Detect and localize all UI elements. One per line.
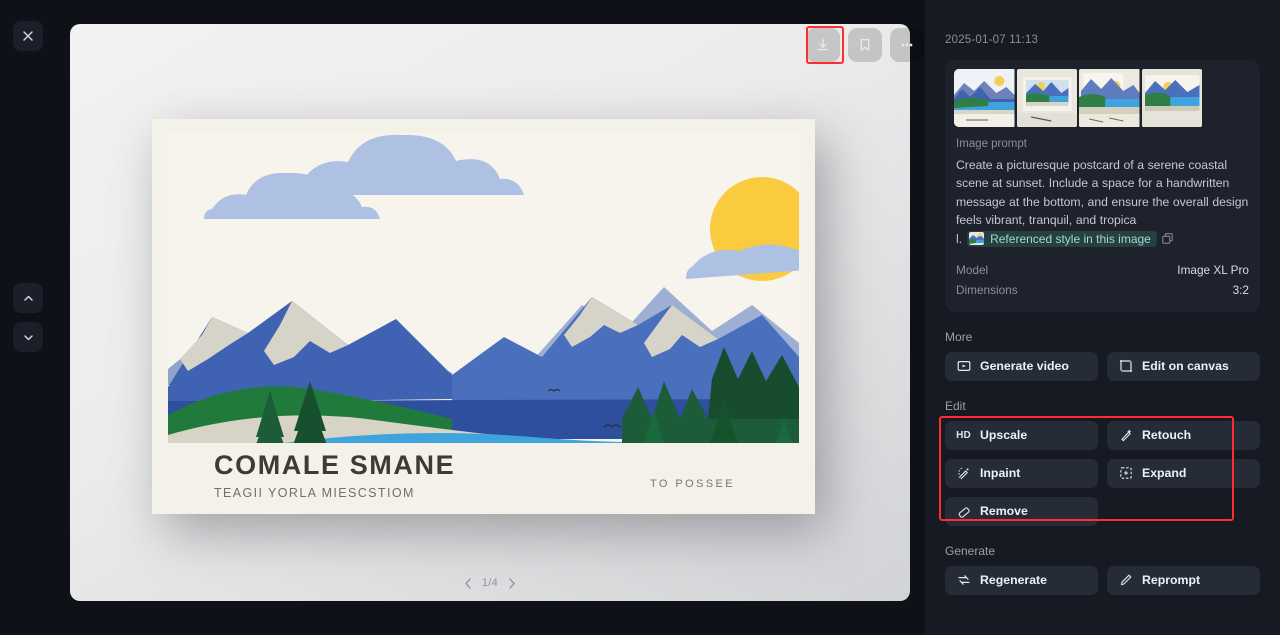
variation-thumbnail[interactable] — [954, 69, 1015, 127]
close-button[interactable] — [13, 21, 43, 51]
generate-video-label: Generate video — [980, 359, 1069, 374]
image-viewer-app: COMALE SMANE TEAGII YORLA MIESCSTIOM TO … — [0, 0, 1280, 635]
variation-thumbnail[interactable] — [1016, 69, 1077, 127]
video-frame-icon — [956, 359, 971, 373]
postcard-subline: TEAGII YORLA MIESCSTIOM — [214, 486, 415, 500]
pagination-next-button[interactable] — [507, 577, 516, 589]
metadata-key: Model — [956, 262, 989, 277]
postcard-headline: COMALE SMANE — [214, 450, 455, 480]
download-icon — [817, 38, 829, 51]
postcard: COMALE SMANE TEAGII YORLA MIESCSTIOM TO … — [152, 119, 815, 514]
ellipsis-icon — [901, 43, 913, 47]
bookmark-button[interactable] — [848, 28, 882, 62]
generate-section-label: Generate — [945, 543, 996, 558]
referenced-style-label: Referenced style in this image — [990, 231, 1151, 246]
next-image-button[interactable] — [13, 322, 43, 352]
metadata-key: Dimensions — [956, 282, 1018, 297]
edit-section-label: Edit — [945, 398, 966, 413]
inpaint-label: Inpaint — [980, 466, 1021, 481]
variation-thumbnail[interactable] — [1079, 69, 1140, 127]
postcard-container[interactable]: COMALE SMANE TEAGII YORLA MIESCSTIOM TO … — [152, 119, 827, 532]
upscale-label: Upscale — [980, 428, 1028, 443]
metadata-value: Image XL Pro — [1177, 262, 1249, 277]
generate-button-grid: Regenerate Reprompt — [945, 565, 1260, 595]
edit-section: HD Upscale Retouch Inpaint Expand Remove — [939, 415, 1260, 526]
referenced-style-chip[interactable]: Referenced style in this image — [967, 230, 1157, 247]
prompt-label: Image prompt — [956, 138, 1027, 150]
reprompt-button[interactable]: Reprompt — [1107, 565, 1260, 595]
thumbnail-art — [1016, 69, 1077, 127]
expand-frame-icon — [1118, 466, 1133, 480]
inpaint-button[interactable]: Inpaint — [945, 458, 1098, 488]
postcard-corner-text: TO POSSEE — [650, 478, 735, 490]
edit-on-canvas-button[interactable]: Edit on canvas — [1107, 351, 1260, 381]
refresh-arrows-icon — [956, 573, 971, 587]
metadata-row: Dimensions 3:2 — [954, 280, 1251, 300]
close-icon — [23, 31, 33, 41]
remove-button[interactable]: Remove — [945, 496, 1098, 526]
variation-thumbnail-strip — [954, 69, 1251, 127]
previous-image-button[interactable] — [13, 283, 43, 313]
regenerate-label: Regenerate — [980, 573, 1047, 588]
image-stage: COMALE SMANE TEAGII YORLA MIESCSTIOM TO … — [70, 24, 910, 601]
reprompt-label: Reprompt — [1142, 573, 1201, 588]
regenerate-button[interactable]: Regenerate — [945, 565, 1098, 595]
download-button[interactable] — [806, 28, 840, 62]
eraser-icon — [956, 504, 971, 518]
pagination-counter: 1/4 — [481, 577, 499, 589]
metadata-row: Model Image XL Pro — [954, 260, 1251, 280]
generation-timestamp: 2025-01-07 11:13 — [945, 34, 1039, 46]
hd-badge-icon: HD — [956, 429, 971, 441]
details-panel: 2025-01-07 11:13 Image prompt Create a p… — [925, 0, 1280, 635]
edit-on-canvas-label: Edit on canvas — [1142, 359, 1229, 374]
thumbnail-art — [1141, 69, 1202, 127]
expand-label: Expand — [1142, 466, 1187, 481]
pagination-prev-button[interactable] — [464, 577, 473, 589]
crop-frame-icon — [1118, 359, 1133, 373]
copy-icon — [1162, 233, 1173, 244]
chevron-left-icon — [465, 577, 471, 589]
more-section-label: More — [945, 329, 973, 344]
copy-prompt-button[interactable] — [1162, 233, 1173, 244]
expand-button[interactable]: Expand — [1107, 458, 1260, 488]
bookmark-icon — [860, 38, 870, 52]
metadata-value: 3:2 — [1232, 282, 1249, 297]
postcard-artwork: COMALE SMANE TEAGII YORLA MIESCSTIOM TO … — [152, 119, 815, 514]
generate-video-button[interactable]: Generate video — [945, 351, 1098, 381]
prompt-text-tail: l. — [956, 231, 963, 246]
more-options-button[interactable] — [890, 28, 924, 62]
remove-label: Remove — [980, 504, 1028, 519]
reference-thumbnail-art — [969, 232, 985, 246]
prompt-info-card: Image prompt Create a picturesque postca… — [945, 60, 1260, 312]
more-button-grid: Generate video Edit on canvas — [945, 351, 1260, 381]
magic-wand-icon — [1118, 428, 1133, 442]
upscale-button[interactable]: HD Upscale — [945, 420, 1098, 450]
retouch-button[interactable]: Retouch — [1107, 420, 1260, 450]
metadata-list: Model Image XL Pro Dimensions 3:2 — [954, 260, 1251, 300]
prompt-text: Create a picturesque postcard of a seren… — [956, 158, 1249, 228]
chevron-right-icon — [509, 577, 515, 589]
inpaint-brush-icon — [956, 466, 971, 480]
pagination: 1/4 — [70, 577, 910, 589]
chevron-down-icon — [23, 334, 33, 340]
variation-thumbnail[interactable] — [1141, 69, 1202, 127]
pencil-icon — [1118, 573, 1133, 587]
reference-thumbnail — [969, 232, 985, 246]
retouch-label: Retouch — [1142, 428, 1192, 443]
chevron-up-icon — [23, 295, 33, 301]
edit-button-grid: HD Upscale Retouch Inpaint Expand Remove — [945, 420, 1260, 526]
thumbnail-art — [954, 69, 1015, 127]
viewer-toolbar — [806, 28, 924, 62]
referenced-style-row: l. Referenced style in this image — [956, 230, 1249, 247]
thumbnail-art — [1079, 69, 1140, 127]
